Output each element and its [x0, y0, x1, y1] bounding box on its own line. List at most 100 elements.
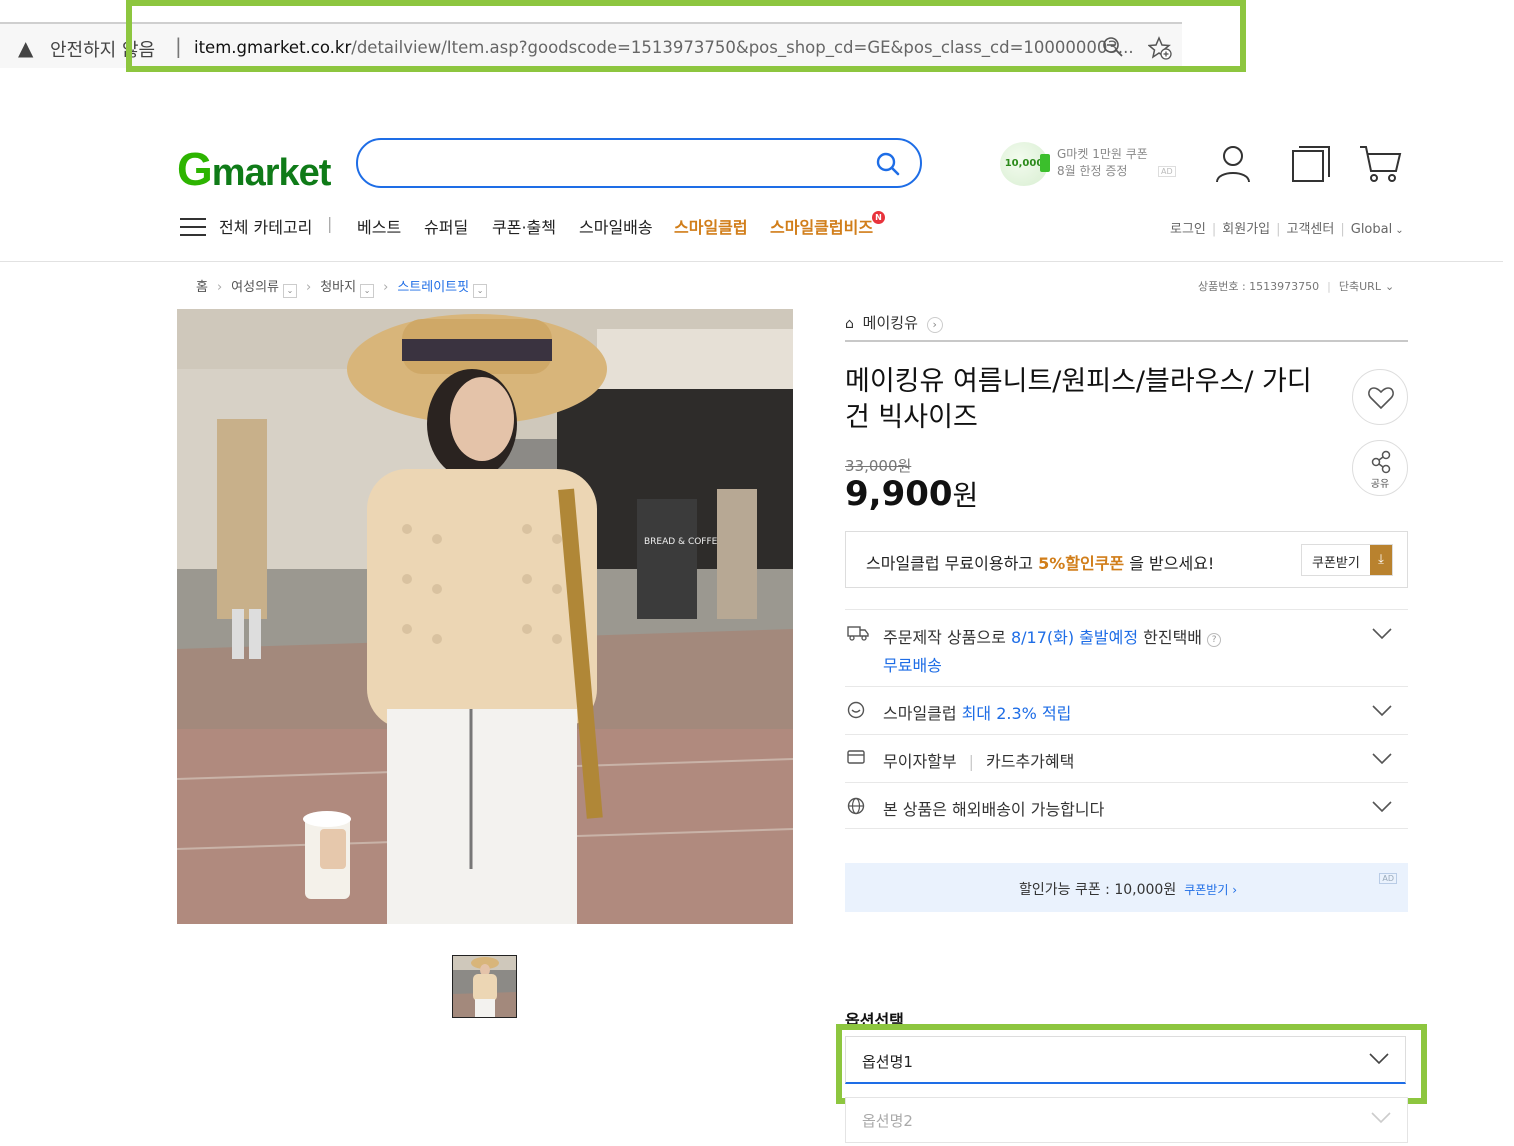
url-path: /detailview/Item.asp?goodscode=151397375… — [351, 38, 1134, 57]
logo-rest: market — [211, 152, 332, 194]
smileclub-msg-1: 스마일클럽 무료이용하고 — [866, 554, 1039, 573]
smileclub-msg-bold: 5%할인쿠폰 — [1038, 554, 1125, 573]
card-icon — [847, 750, 865, 764]
header-divider — [0, 261, 1503, 262]
option-select-1[interactable]: 옵션명1 — [845, 1036, 1406, 1084]
share-button[interactable]: 공유 — [1352, 440, 1408, 496]
help-icon[interactable]: ? — [1207, 633, 1222, 647]
installment-label: 무이자할부 — [883, 752, 957, 771]
chevron-down-icon — [1371, 1112, 1391, 1124]
chevron-right-icon: › — [383, 280, 389, 295]
product-title: 메이킹유 여름니트/원피스/블라우스/ 가디건 빅사이즈 — [845, 366, 1312, 433]
menu-icon[interactable] — [180, 217, 206, 237]
chevron-down-icon — [1369, 1053, 1389, 1065]
nav-smile-delivery[interactable]: 스마일배송 — [579, 214, 653, 238]
util-links: 로그인 | 회원가입 | 고객센터 | Global ⌄ — [1170, 218, 1404, 237]
global-link[interactable]: Global — [1351, 222, 1392, 237]
signup-link[interactable]: 회원가입 — [1222, 222, 1270, 237]
breadcrumb-cat3[interactable]: 스트레이트핏 — [397, 280, 469, 295]
nav-smileclub-biz[interactable]: 스마일클럽비즈 — [770, 214, 873, 238]
option-select-2[interactable]: 옵션명2 — [845, 1097, 1408, 1143]
login-link[interactable]: 로그인 — [1170, 222, 1206, 237]
address-bar[interactable]: ▲ 안전하지 않음 | item.gmarket.co.kr/detailvie… — [0, 22, 1182, 68]
card-benefit-label: 카드추가혜택 — [986, 752, 1075, 771]
chevron-right-icon[interactable]: › — [926, 317, 943, 333]
shop-home-icon: ⌂ — [845, 316, 854, 332]
smileclub-message: 스마일클럽 무료이용하고 5%할인쿠폰 을 받으세요! — [866, 550, 1214, 574]
url-text[interactable]: item.gmarket.co.kr/detailview/Item.asp?g… — [194, 38, 1134, 57]
globe-icon — [847, 797, 865, 815]
breadcrumb-cat2[interactable]: 청바지 — [320, 280, 356, 295]
chevron-down-icon[interactable] — [1372, 801, 1392, 813]
nav-all-category[interactable]: 전체 카테고리 — [219, 214, 312, 238]
add-favorite-icon[interactable] — [1148, 36, 1172, 60]
coupon-tab — [1040, 154, 1050, 172]
smileclub-reward: 스마일클럽 최대 2.3% 적립 — [883, 700, 1071, 724]
chevron-down-icon[interactable]: ⌄ — [1395, 225, 1403, 236]
warning-icon[interactable]: ▲ — [18, 36, 33, 60]
cart-icon[interactable] — [1358, 144, 1402, 184]
option-label: 옵션선택 — [845, 1011, 904, 1030]
address-separator: | — [175, 34, 182, 58]
wishlist-button[interactable] — [1352, 369, 1408, 425]
customer-center-link[interactable]: 고객센터 — [1287, 222, 1335, 237]
dropdown-icon[interactable]: ⌄ — [360, 284, 375, 298]
url-host: item.gmarket.co.kr — [194, 38, 352, 57]
chevron-down-icon[interactable]: ⌄ — [1385, 280, 1394, 293]
nav-best[interactable]: 베스트 — [357, 214, 401, 238]
smileclub-row[interactable]: 스마일클럽 최대 2.3% 적립 — [845, 686, 1408, 734]
coupon-amount: 할인가능 쿠폰 : 10,000원 — [1019, 882, 1177, 898]
seller-label[interactable]: 메이킹유 — [863, 314, 918, 332]
free-shipping: 무료배송 — [883, 656, 942, 675]
chevron-right-icon: › — [216, 280, 223, 295]
product-image[interactable]: BREAD & COFFEE — [177, 309, 793, 924]
installment-text: 무이자할부 | 카드추가혜택 — [883, 748, 1074, 772]
nav-coupon-checkin[interactable]: 쿠폰·출첵 — [492, 214, 556, 238]
option-1-text: 옵션명1 — [862, 1053, 913, 1071]
delivery-date: 8/17(화) 출발예정 — [1010, 628, 1139, 647]
download-icon: ⤓ — [1370, 545, 1392, 575]
installment-row[interactable]: 무이자할부 | 카드추가혜택 — [845, 734, 1408, 782]
promo-line-2: 8월 한정 증정 — [1057, 164, 1128, 178]
short-url-button[interactable]: 단축URL — [1339, 280, 1381, 293]
dropdown-icon[interactable]: ⌄ — [283, 284, 298, 298]
logo-letter-g: G — [177, 143, 213, 195]
promo-banner[interactable]: 10,000 G마켓 1만원 쿠폰 8월 한정 증정 AD — [1000, 140, 1180, 186]
util-sep: | — [1340, 222, 1345, 237]
product-thumbnail[interactable] — [452, 955, 517, 1018]
image-sign-text: BREAD & COFFEE — [644, 537, 723, 547]
coupon-text: 할인가능 쿠폰 : 10,000원 쿠폰받기 › — [1019, 879, 1237, 899]
gmarket-logo[interactable]: Gmarket — [177, 142, 332, 196]
smileclub-coupon-box: 스마일클럽 무료이용하고 5%할인쿠폰 을 받으세요! 쿠폰받기 ⤓ — [845, 531, 1408, 588]
smile-prefix: 스마일클럽 — [883, 704, 962, 723]
breadcrumb-cat1[interactable]: 여성의류 — [231, 280, 279, 295]
breadcrumb-home[interactable]: 홈 — [196, 280, 208, 295]
overseas-row[interactable]: 본 상품은 해외배송이 가능합니다 — [845, 782, 1408, 829]
option-2-text: 옵션명2 — [862, 1112, 913, 1130]
coupon-link[interactable]: 쿠폰받기 › — [1184, 883, 1237, 897]
delivery-row[interactable]: 주문제작 상품으로 8/17(화) 출발예정 한진택배 ? 무료배송 — [845, 609, 1408, 686]
search-input[interactable] — [356, 138, 922, 188]
get-coupon-button[interactable]: 쿠폰받기 ⤓ — [1301, 544, 1393, 576]
search-icon[interactable] — [876, 152, 900, 176]
chevron-down-icon[interactable] — [1372, 628, 1392, 640]
seller-divider — [845, 340, 1408, 342]
price-number: 9,900 — [845, 474, 953, 514]
original-price: 33,000원 — [845, 457, 912, 475]
coupon-banner[interactable]: 할인가능 쿠폰 : 10,000원 쿠폰받기 › AD — [845, 863, 1408, 912]
seller-name[interactable]: ⌂ 메이킹유 › — [845, 312, 943, 333]
nav-superdeal[interactable]: 슈퍼딜 — [424, 214, 468, 238]
security-status[interactable]: 안전하지 않음 — [50, 36, 155, 62]
nav-smileclub[interactable]: 스마일클럽 — [674, 214, 748, 238]
smile-rate: 최대 2.3% 적립 — [961, 704, 1072, 723]
new-badge: N — [872, 211, 885, 224]
user-icon[interactable] — [1214, 144, 1252, 184]
chevron-right-icon: › — [306, 280, 312, 295]
zoom-icon[interactable] — [1102, 36, 1124, 58]
sale-price: 9,900원 — [845, 474, 978, 514]
delivery-courier: 한진택배 — [1138, 628, 1203, 647]
dropdown-icon[interactable]: ⌄ — [473, 284, 488, 298]
chevron-down-icon[interactable] — [1372, 705, 1392, 717]
recent-items-icon[interactable] — [1291, 144, 1331, 184]
chevron-down-icon[interactable] — [1372, 753, 1392, 765]
